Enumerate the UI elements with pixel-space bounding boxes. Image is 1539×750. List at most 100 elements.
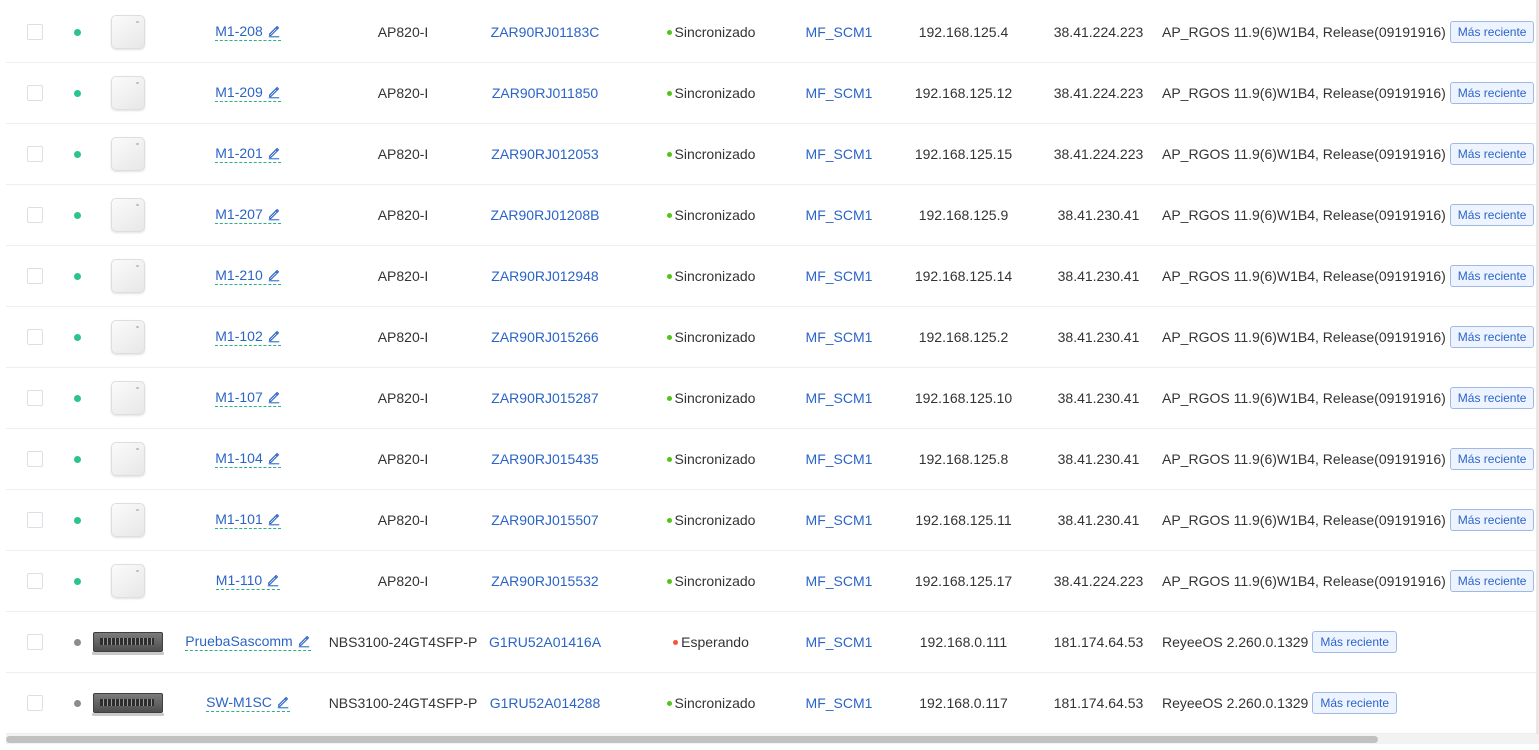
management-ip: 192.168.0.111	[919, 634, 1008, 650]
row-checkbox[interactable]	[27, 573, 43, 589]
group-link[interactable]: MF_SCM1	[806, 24, 873, 40]
serial-number-link[interactable]: G1RU52A01416A	[489, 634, 601, 650]
row-checkbox[interactable]	[27, 268, 43, 284]
group-link[interactable]: MF_SCM1	[806, 451, 873, 467]
access-point-device-icon	[111, 15, 145, 49]
access-point-device-icon	[111, 442, 145, 476]
latest-version-badge[interactable]: Más reciente	[1312, 692, 1398, 714]
group-link[interactable]: MF_SCM1	[806, 85, 873, 101]
device-name-link[interactable]: M1-110	[215, 572, 281, 590]
device-name-link[interactable]: PruebaSascomm	[185, 633, 311, 651]
pencil-icon[interactable]	[267, 512, 281, 526]
config-state: Sincronizado	[666, 329, 755, 345]
group-link[interactable]: MF_SCM1	[806, 207, 873, 223]
table-row: M1-110 AP820-I ZAR90RJ015532 Sincronizad…	[6, 551, 1539, 612]
device-name-link[interactable]: M1-210	[215, 267, 281, 285]
latest-version-badge[interactable]: Más reciente	[1449, 326, 1535, 348]
device-model: AP820-I	[377, 207, 429, 223]
device-name-link[interactable]: M1-209	[215, 84, 281, 102]
config-state-dot	[666, 700, 672, 706]
group-link[interactable]: MF_SCM1	[806, 695, 873, 711]
pencil-icon[interactable]	[267, 329, 281, 343]
group-link[interactable]: MF_SCM1	[806, 634, 873, 650]
pencil-icon[interactable]	[267, 207, 281, 221]
device-name: M1-107	[215, 389, 263, 405]
serial-number-link[interactable]: ZAR90RJ012948	[491, 268, 598, 284]
row-checkbox[interactable]	[27, 390, 43, 406]
row-checkbox[interactable]	[27, 695, 43, 711]
latest-version-badge[interactable]: Más reciente	[1312, 631, 1398, 653]
row-checkbox[interactable]	[27, 146, 43, 162]
access-point-device-icon	[111, 564, 145, 598]
config-state: Sincronizado	[666, 268, 755, 284]
group-link[interactable]: MF_SCM1	[806, 512, 873, 528]
pencil-icon[interactable]	[297, 634, 311, 648]
serial-number-link[interactable]: ZAR90RJ015507	[491, 512, 598, 528]
row-checkbox[interactable]	[27, 24, 43, 40]
pencil-icon[interactable]	[267, 146, 281, 160]
device-name-link[interactable]: M1-207	[215, 206, 281, 224]
latest-version-badge[interactable]: Más reciente	[1449, 570, 1535, 592]
group-link[interactable]: MF_SCM1	[806, 390, 873, 406]
online-status-dot	[74, 333, 81, 341]
serial-number-link[interactable]: ZAR90RJ015532	[491, 573, 598, 589]
latest-version-badge[interactable]: Más reciente	[1449, 204, 1535, 226]
device-model: NBS3100-24GT4SFP-P	[328, 634, 478, 650]
device-name-link[interactable]: SW-M1SC	[206, 694, 290, 712]
serial-number-link[interactable]: ZAR90RJ015287	[491, 390, 598, 406]
serial-number-link[interactable]: ZAR90RJ015435	[491, 451, 598, 467]
horizontal-scroll-thumb[interactable]	[6, 736, 1378, 743]
device-name-link[interactable]: M1-208	[215, 23, 281, 41]
device-name-link[interactable]: M1-107	[215, 389, 281, 407]
config-state-label: Sincronizado	[674, 85, 756, 101]
management-ip: 192.168.125.11	[915, 512, 1012, 528]
serial-number-link[interactable]: ZAR90RJ011850	[492, 85, 598, 101]
row-checkbox[interactable]	[27, 634, 43, 650]
pencil-icon[interactable]	[266, 573, 280, 587]
pencil-icon[interactable]	[267, 268, 281, 282]
table-row: M1-208 AP820-I ZAR90RJ01183C Sincronizad…	[6, 2, 1539, 63]
latest-version-badge[interactable]: Más reciente	[1449, 265, 1535, 287]
row-checkbox[interactable]	[27, 207, 43, 223]
serial-number-link[interactable]: ZAR90RJ015266	[491, 329, 598, 345]
online-status-dot	[74, 455, 81, 463]
group-link[interactable]: MF_SCM1	[806, 573, 873, 589]
table-row: M1-210 AP820-I ZAR90RJ012948 Sincronizad…	[6, 246, 1539, 307]
group-link[interactable]: MF_SCM1	[806, 268, 873, 284]
device-name: PruebaSascomm	[185, 633, 293, 649]
serial-number-link[interactable]: G1RU52A014288	[490, 695, 601, 711]
row-checkbox[interactable]	[27, 85, 43, 101]
device-name-link[interactable]: M1-104	[215, 450, 281, 468]
device-name-link[interactable]: M1-101	[215, 511, 281, 529]
firmware-version: AP_RGOS 11.9(6)W1B4, Release(09191916)	[1162, 390, 1446, 406]
serial-number-link[interactable]: ZAR90RJ01208B	[491, 207, 600, 223]
device-name-link[interactable]: M1-201	[215, 145, 281, 163]
device-name: M1-209	[215, 84, 263, 100]
config-state: Sincronizado	[666, 207, 755, 223]
row-checkbox[interactable]	[27, 451, 43, 467]
row-checkbox[interactable]	[27, 512, 43, 528]
latest-version-badge[interactable]: Más reciente	[1449, 21, 1535, 43]
serial-number-link[interactable]: ZAR90RJ01183C	[491, 24, 600, 40]
management-ip: 192.168.125.2	[918, 329, 1009, 345]
config-state-label: Sincronizado	[674, 146, 756, 162]
latest-version-badge[interactable]: Más reciente	[1449, 509, 1535, 531]
config-state: Sincronizado	[666, 573, 755, 589]
pencil-icon[interactable]	[267, 85, 281, 99]
pencil-icon[interactable]	[267, 451, 281, 465]
latest-version-badge[interactable]: Más reciente	[1449, 143, 1535, 165]
latest-version-badge[interactable]: Más reciente	[1449, 448, 1535, 470]
firmware-version: ReyeeOS 2.260.0.1329	[1162, 695, 1309, 711]
pencil-icon[interactable]	[276, 695, 290, 709]
group-link[interactable]: MF_SCM1	[806, 146, 873, 162]
row-checkbox[interactable]	[27, 329, 43, 345]
pencil-icon[interactable]	[267, 390, 281, 404]
group-link[interactable]: MF_SCM1	[806, 329, 873, 345]
latest-version-badge[interactable]: Más reciente	[1449, 82, 1535, 104]
latest-version-badge[interactable]: Más reciente	[1449, 387, 1535, 409]
horizontal-scrollbar[interactable]	[6, 734, 1539, 744]
serial-number-link[interactable]: ZAR90RJ012053	[491, 146, 598, 162]
pencil-icon[interactable]	[267, 24, 281, 38]
device-name-link[interactable]: M1-102	[215, 328, 281, 346]
management-ip: 192.168.125.4	[918, 24, 1009, 40]
